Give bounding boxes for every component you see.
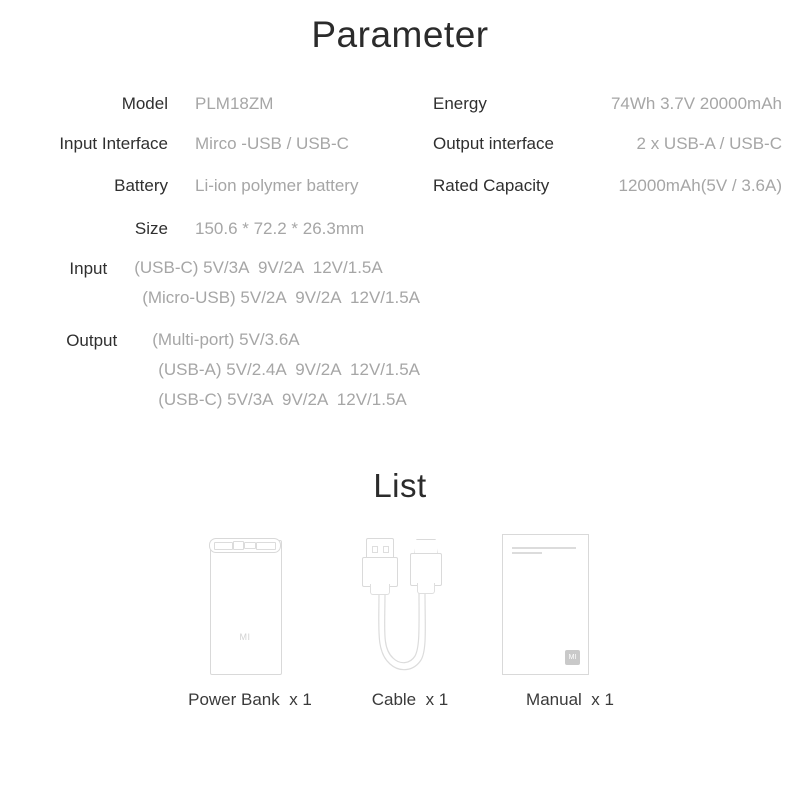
manual-cover: MI	[502, 534, 589, 675]
parameter-value-group: (USB-C) 5V/3A 9V/2A 12V/1.5A (Micro-USB)…	[107, 253, 420, 313]
parameter-cell-model: Model PLM18ZM	[0, 88, 420, 119]
parameter-label: Rated Capacity	[433, 176, 550, 195]
mi-logo-icon: MI	[239, 632, 251, 642]
list-item-caption: Power Bank x 1	[188, 690, 312, 709]
usb-c-port-icon	[233, 541, 244, 550]
parameter-label: Energy	[433, 94, 487, 113]
power-bank-port-strip	[209, 538, 281, 553]
parameter-value: 150.6 * 72.2 * 26.3mm	[195, 219, 365, 238]
cable-illustration	[340, 528, 480, 678]
parameter-value-line: (Multi-port) 5V/3.6A	[152, 330, 300, 349]
parameter-cell-input-interface: Input Interface Mirco -USB / USB-C	[0, 128, 420, 159]
micro-usb-housing	[410, 553, 442, 586]
usb-a-housing	[362, 557, 398, 587]
power-bank-illustration: MI	[160, 528, 340, 678]
parameter-table: Model PLM18ZM Energy 74Wh 3.7V 20000mAh …	[0, 88, 800, 415]
parameter-value: PLM18ZM	[195, 94, 274, 113]
parameter-cell-size: Size 150.6 * 72.2 * 26.3mm	[0, 213, 420, 244]
parameter-label: Model	[121, 94, 168, 113]
table-row: Output (Multi-port) 5V/3.6A (USB-A) 5V/2…	[0, 325, 800, 415]
mi-logo-icon: MI	[565, 650, 580, 665]
parameter-value: 2 x USB-A / USB-C	[636, 134, 782, 153]
parameter-label: Input Interface	[59, 134, 168, 153]
parameter-label: Size	[134, 219, 168, 238]
parameter-cell-output: Output (Multi-port) 5V/3.6A (USB-A) 5V/2…	[0, 325, 420, 415]
list-item-cable: Cable x 1	[340, 528, 480, 711]
micro-usb-strain-relief	[417, 583, 435, 594]
usb-a-port-icon	[256, 541, 276, 550]
parameter-value: 74Wh 3.7V 20000mAh	[610, 94, 782, 113]
parameter-cell-rated-capacity: Rated Capacity 12000mAh(5V / 3.6A)	[420, 170, 800, 201]
package-contents-list: MI Power Bank x 1 Cable x 1 MI Manual x …	[0, 528, 800, 728]
usb-contact-pin	[371, 545, 378, 553]
parameter-cell-energy: Energy 74Wh 3.7V 20000mAh	[420, 88, 800, 119]
usb-a-strain-relief	[370, 584, 390, 595]
parameter-label: Output	[66, 331, 118, 350]
manual-cover-text	[512, 547, 578, 557]
table-row: Size 150.6 * 72.2 * 26.3mm	[0, 213, 800, 244]
table-row: Input Interface Mirco -USB / USB-C Outpu…	[0, 128, 800, 159]
list-item-caption: Manual x 1	[526, 690, 614, 709]
list-item-power-bank: MI Power Bank x 1	[160, 528, 340, 711]
table-row: Battery Li-ion polymer battery Rated Cap…	[0, 170, 800, 201]
parameter-label: Output interface	[433, 134, 554, 153]
parameter-value-line: (USB-C) 5V/3A 9V/2A 12V/1.5A	[134, 258, 383, 277]
parameter-value-line: (Micro-USB) 5V/2A 9V/2A 12V/1.5A	[142, 288, 420, 307]
parameter-cell-output-interface: Output interface 2 x USB-A / USB-C	[420, 128, 800, 159]
parameter-value: 12000mAh(5V / 3.6A)	[618, 176, 782, 195]
parameter-label: Battery	[114, 176, 168, 195]
parameter-label: Input	[69, 259, 108, 278]
page-title-parameter: Parameter	[311, 14, 489, 55]
text-line-placeholder	[512, 552, 542, 554]
table-row: Input (USB-C) 5V/3A 9V/2A 12V/1.5A (Micr…	[0, 253, 800, 313]
page-title-list: List	[373, 467, 427, 504]
parameter-value-group: (Multi-port) 5V/3.6A (USB-A) 5V/2.4A 9V/…	[117, 325, 420, 415]
parameter-cell-input: Input (USB-C) 5V/3A 9V/2A 12V/1.5A (Micr…	[0, 253, 420, 313]
cable-drawing	[352, 534, 468, 678]
usb-contact-pin	[382, 545, 389, 553]
parameter-value: Mirco -USB / USB-C	[195, 134, 349, 153]
list-item-manual: MI Manual x 1	[480, 528, 660, 711]
usb-a-port-icon	[214, 541, 233, 550]
parameter-cell-battery: Battery Li-ion polymer battery	[0, 170, 420, 201]
power-bank-body	[210, 540, 282, 675]
list-item-caption: Cable x 1	[371, 690, 449, 709]
manual-illustration: MI	[480, 528, 660, 678]
parameter-value-line: (USB-A) 5V/2.4A 9V/2A 12V/1.5A	[158, 360, 420, 379]
table-row: Model PLM18ZM Energy 74Wh 3.7V 20000mAh	[0, 88, 800, 119]
micro-usb-port-icon	[244, 542, 256, 549]
parameter-value-line: (USB-C) 5V/3A 9V/2A 12V/1.5A	[158, 390, 407, 409]
text-line-placeholder	[512, 547, 576, 549]
parameter-value: Li-ion polymer battery	[195, 176, 359, 195]
